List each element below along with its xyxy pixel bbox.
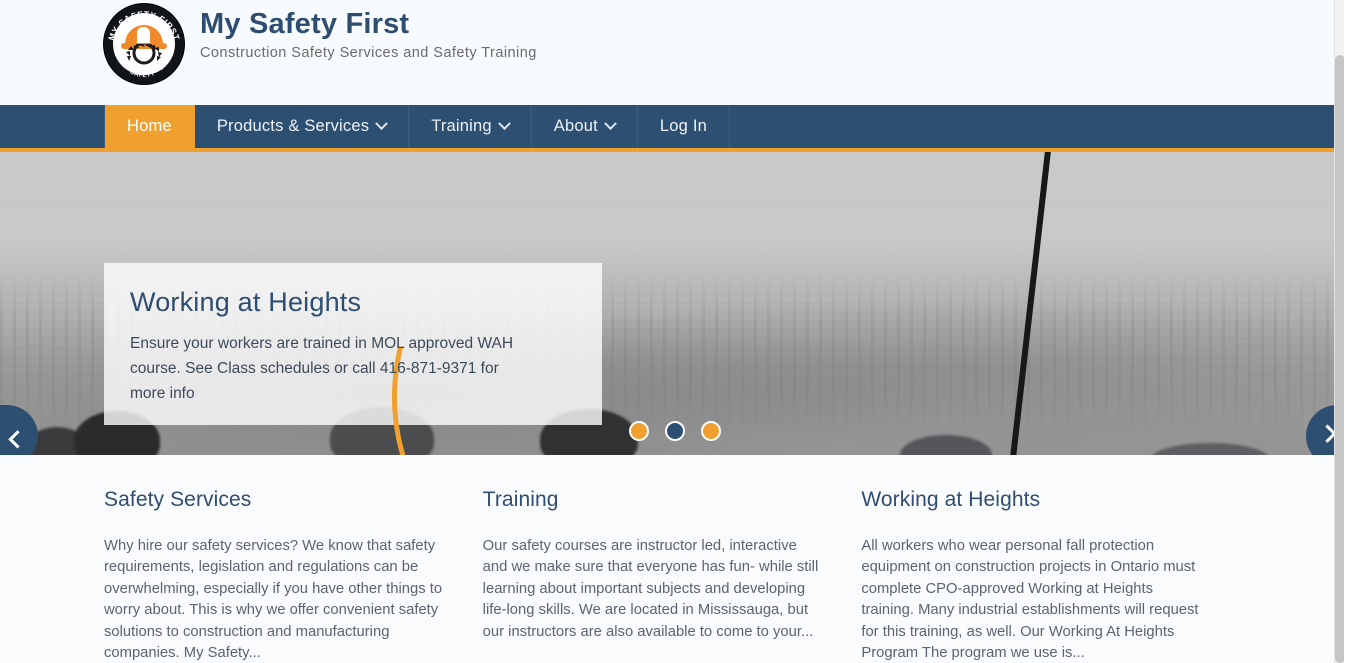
main-navigation: Home Products & Services Training About … [0,105,1344,152]
hero-caption-title: Working at Heights [130,287,362,317]
nav-item-training[interactable]: Training [409,105,532,148]
hero-caption-body: Ensure your workers are trained in MOL a… [130,335,514,402]
carousel-dot-1[interactable] [629,421,649,441]
carousel-dot-3[interactable] [701,421,721,441]
feature-column-safety-services: Safety Services Why hire our safety serv… [104,455,483,663]
chevron-down-icon [497,117,511,131]
feature-column-body: Why hire our safety services? We know th… [104,538,443,662]
chevron-left-icon [7,429,27,449]
feature-columns: Safety Services Why hire our safety serv… [0,455,1344,663]
nav-item-products-services[interactable]: Products & Services [195,105,410,148]
nav-item-label: Home [127,117,172,135]
hero-carousel: Working at Heights Ensure your workers a… [0,152,1344,455]
nav-item-label: About [553,117,598,135]
nav-item-log-in[interactable]: Log In [638,105,730,148]
feature-column-body: Our safety courses are instructor led, i… [482,538,819,640]
carousel-dots [629,421,721,441]
site-tagline: Construction Safety Services and Safety … [200,45,537,61]
page-scrollbar[interactable] [1334,0,1344,663]
feature-column-body: All workers who wear personal fall prote… [861,538,1199,662]
page-root: MY SAFETY FIRST QUALITY · SAFETY · TRAIN… [0,0,1344,663]
nav-item-label: Training [431,117,492,135]
brand[interactable]: MY SAFETY FIRST QUALITY · SAFETY · TRAIN… [104,2,537,84]
nav-item-label: Products & Services [216,117,370,135]
feature-column-title[interactable]: Training [483,455,826,515]
nav-item-home[interactable]: Home [104,105,195,148]
site-title: My Safety First [200,8,410,40]
my-safety-first-badge-logo: MY SAFETY FIRST QUALITY · SAFETY · TRAIN… [104,4,184,84]
helmet-silhouette [1150,443,1270,455]
svg-text:MY SAFETY FIRST: MY SAFETY FIRST [106,9,182,42]
nav-item-label: Log In [659,117,707,135]
logo-arc-text: MY SAFETY FIRST QUALITY · SAFETY · TRAIN… [104,4,182,79]
hero-caption-box: Working at Heights Ensure your workers a… [104,263,602,455]
site-header: MY SAFETY FIRST QUALITY · SAFETY · TRAIN… [0,0,1344,105]
nav-item-about[interactable]: About [532,105,638,148]
feature-column-title[interactable]: Working at Heights [861,455,1204,515]
carousel-dot-2[interactable] [665,421,685,441]
chevron-down-icon [375,117,389,131]
feature-column-training: Training Our safety courses are instruct… [483,455,862,663]
scrollbar-thumb[interactable] [1335,55,1344,663]
helmet-silhouette [900,435,992,455]
feature-column-working-at-heights: Working at Heights All workers who wear … [861,455,1240,663]
brand-text: My Safety First Construction Safety Serv… [200,2,537,63]
chevron-down-icon [604,117,617,131]
feature-column-title[interactable]: Safety Services [104,455,447,515]
